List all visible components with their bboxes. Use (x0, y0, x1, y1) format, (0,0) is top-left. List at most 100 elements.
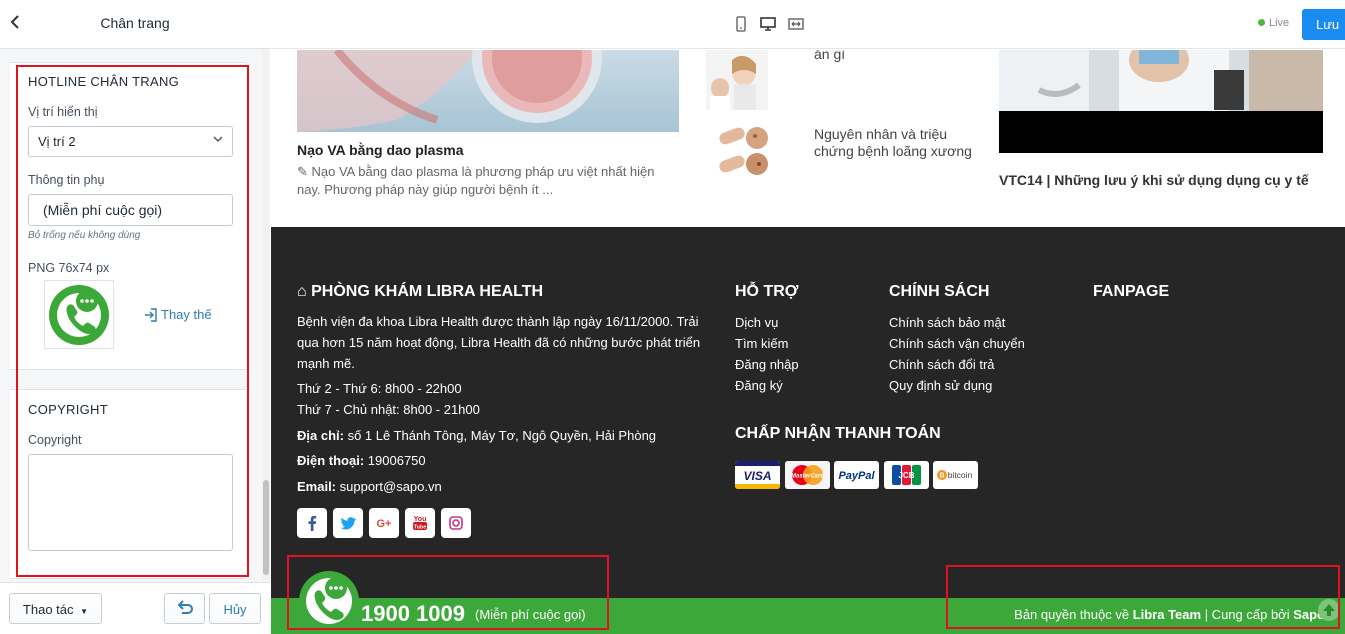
hotline-image-thumbnail[interactable] (44, 280, 114, 349)
sidebar-scrollbar[interactable] (262, 50, 270, 580)
sidebar-scroll-area: HOTLINE CHÂN TRANG Vị trí hiển thị Vị tr… (0, 50, 262, 580)
live-status: Live (1258, 17, 1289, 29)
news-mini-image-2[interactable] (711, 120, 773, 180)
hotline-phone-icon[interactable] (297, 569, 361, 633)
sidebar-header: Chân trang (0, 0, 270, 49)
svg-text:B: B (939, 473, 944, 480)
live-label: Live (1269, 17, 1290, 29)
clinic-email: Email: support@sapo.vn (297, 476, 442, 497)
svg-text:G+: G+ (377, 518, 392, 530)
home-icon: ⌂ (297, 283, 312, 300)
position-label: Vị trí hiển thị (28, 105, 98, 119)
svg-text:VISA: VISA (743, 469, 771, 483)
desktop-icon[interactable] (759, 15, 777, 33)
hotline-heading: HOTLINE CHÂN TRANG (28, 74, 180, 89)
hotline-number[interactable]: 1900 1009 (361, 601, 465, 627)
mobile-icon[interactable] (732, 15, 750, 33)
position-select[interactable]: Vị trí 2 (28, 126, 233, 157)
news-video-title[interactable]: VTC14 | Những lưu ý khi sử dụng dụng cụ … (999, 172, 1309, 188)
news-mini-title-1[interactable]: ăn gì (814, 50, 984, 63)
save-button[interactable]: Lưu (1302, 9, 1345, 40)
settings-sidebar: Chân trang HOTLINE CHÂN TRANG Vị trí hiể… (0, 0, 270, 634)
news-main-image[interactable] (297, 50, 679, 132)
copyright-team[interactable]: Libra Team (1133, 607, 1201, 622)
email-value: support@sapo.vn (339, 479, 442, 494)
chevron-down-icon (212, 133, 224, 145)
caret-down-icon: ▼ (80, 607, 89, 616)
fanpage-heading: FANPAGE (1093, 283, 1170, 300)
site-footer: ⌂ PHÒNG KHÁM LIBRA HEALTH Bệnh viện đa k… (271, 227, 1345, 634)
copyright-label: Copyright (28, 433, 82, 447)
policy-link-shipping[interactable]: Chính sách vận chuyển (889, 336, 1025, 351)
news-video-thumbnail[interactable] (999, 50, 1323, 153)
svg-text:Tube: Tube (414, 525, 427, 531)
hotline-note: (Miễn phí cuộc gọi) (475, 607, 586, 622)
hours-weekday: Thứ 2 - Thứ 6: 8h00 - 22h00 (297, 381, 462, 396)
image-size-label: PNG 76x74 px (28, 261, 110, 275)
undo-icon (177, 600, 193, 614)
support-link-register[interactable]: Đăng ký (735, 378, 783, 393)
news-mini-image-1[interactable] (706, 50, 768, 110)
twitter-icon[interactable] (333, 508, 363, 538)
paypal-icon: PayPal (834, 461, 879, 489)
copyright-textarea[interactable] (28, 454, 233, 551)
phone-value: 19006750 (367, 453, 426, 468)
address-label: Địa chỉ: (297, 428, 344, 443)
extra-info-input[interactable]: (Miễn phí cuộc gọi) (28, 194, 233, 226)
news-main-description: ✎ Nạo VA bằng dao plasma là phương pháp … (297, 163, 677, 199)
policy-link-returns[interactable]: Chính sách đổi trả (889, 357, 995, 372)
preview-toolbar: Live Lưu (271, 0, 1345, 49)
replace-image-button[interactable]: Thay thế (144, 307, 212, 322)
google-plus-icon[interactable]: G+ (369, 508, 399, 538)
address-value: số 1 Lê Thánh Tông, Máy Tơ, Ngô Quyền, H… (347, 428, 657, 443)
back-to-top-button[interactable] (1318, 599, 1340, 621)
site-preview: Nạo VA bằng dao plasma ✎ Nạo VA bằng dao… (271, 50, 1345, 634)
svg-text:bitcoin: bitcoin (948, 470, 973, 480)
support-link-services[interactable]: Dịch vụ (735, 315, 778, 330)
news-mini-title-2[interactable]: Nguyên nhân và triệu chứng bệnh loãng xư… (814, 126, 984, 160)
phone-chat-icon (49, 285, 109, 345)
sidebar-title: Chân trang (100, 15, 170, 31)
news-main-title[interactable]: Nạo VA bằng dao plasma (297, 142, 463, 158)
facebook-icon[interactable] (297, 508, 327, 538)
phone-label: Điện thoại: (297, 453, 365, 468)
copyright-heading: COPYRIGHT (28, 402, 108, 417)
replace-icon (145, 308, 157, 322)
sidebar-footer: Thao tác ▼ Hủy (0, 582, 270, 634)
mastercard-icon: MasterCard (785, 461, 830, 489)
position-select-value: Vị trí 2 (38, 134, 76, 149)
clinic-address: Địa chỉ: số 1 Lê Thánh Tông, Máy Tơ, Ngô… (297, 425, 656, 446)
youtube-icon[interactable]: You Tube (405, 508, 435, 538)
undo-button[interactable] (164, 593, 205, 624)
replace-label: Thay thế (161, 307, 212, 322)
news-main-desc-text: Nạo VA bằng dao plasma là phương pháp ưu… (297, 164, 655, 197)
clinic-intro: Bệnh viện đa khoa Libra Health được thàn… (297, 314, 701, 371)
policy-link-privacy[interactable]: Chính sách bảo mật (889, 315, 1005, 330)
copyright-mid: | Cung cấp bởi (1201, 607, 1294, 622)
clinic-phone: Điện thoại: 19006750 (297, 450, 426, 471)
clinic-heading: ⌂ PHÒNG KHÁM LIBRA HEALTH (297, 283, 543, 301)
instagram-icon[interactable] (441, 508, 471, 538)
arrow-up-icon (1323, 604, 1335, 616)
payment-heading: CHẤP NHẬN THANH TOÁN (735, 425, 941, 442)
extra-info-hint: Bỏ trống nếu không dùng (28, 230, 141, 241)
support-link-search[interactable]: Tìm kiếm (735, 336, 788, 351)
policy-link-terms[interactable]: Quy định sử dụng (889, 378, 992, 393)
support-heading: HỖ TRỢ (735, 283, 799, 300)
cancel-button[interactable]: Hủy (209, 593, 261, 624)
support-link-login[interactable]: Đăng nhập (735, 357, 799, 372)
hours-weekend: Thứ 7 - Chủ nhật: 8h00 - 21h00 (297, 402, 480, 417)
svg-text:PayPal: PayPal (838, 470, 875, 482)
svg-text:JCB: JCB (898, 471, 914, 480)
email-label: Email: (297, 479, 337, 494)
policy-heading: CHÍNH SÁCH (889, 283, 990, 300)
svg-text:MasterCard: MasterCard (791, 474, 824, 480)
live-dot-icon (1258, 19, 1265, 26)
fullwidth-icon[interactable] (787, 15, 805, 33)
svg-text:You: You (414, 516, 427, 523)
theme-editor: Chân trang HOTLINE CHÂN TRANG Vị trí hiể… (0, 0, 1345, 634)
actions-dropdown-button[interactable]: Thao tác ▼ (9, 593, 102, 624)
sidebar-scrollbar-thumb[interactable] (263, 480, 269, 575)
copyright-section: COPYRIGHT Copyright (10, 389, 246, 579)
bitcoin-icon: Bbitcoin (933, 461, 978, 489)
